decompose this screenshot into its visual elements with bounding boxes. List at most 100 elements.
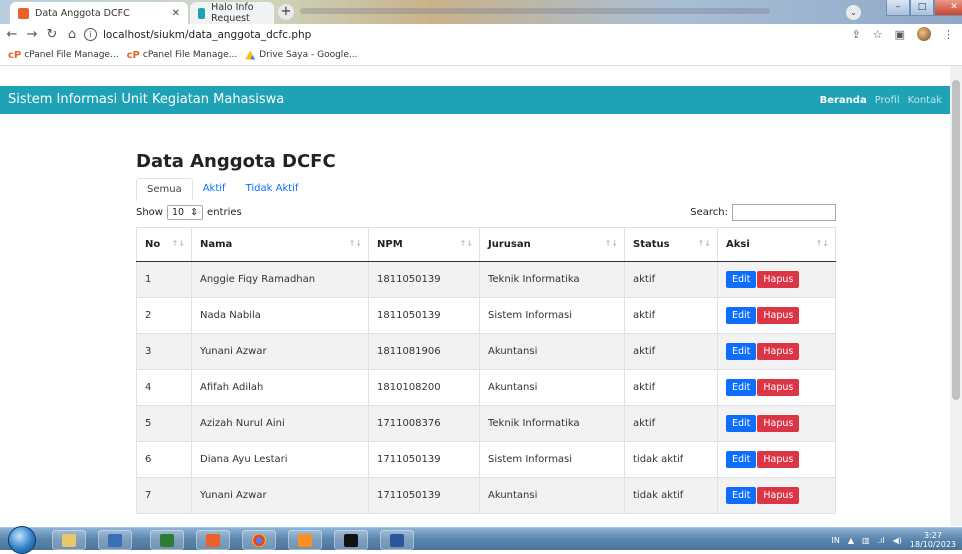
taskbar-explorer-icon[interactable]	[52, 530, 86, 550]
cell-aksi: Edit Hapus	[717, 405, 836, 442]
app-navbar: Sistem Informasi Unit Kegiatan Mahasiswa…	[0, 86, 950, 114]
profile-avatar-icon[interactable]	[917, 27, 931, 41]
language-indicator[interactable]: IN	[832, 536, 840, 545]
cell-no: 2	[136, 297, 192, 334]
page-favicon-icon	[198, 7, 206, 19]
hapus-button[interactable]: Hapus	[757, 307, 800, 324]
browser-tabstrip: Data Anggota DCFC ✕ Halo Info Request + …	[0, 0, 962, 24]
navbar-brand[interactable]: Sistem Informasi Unit Kegiatan Mahasiswa	[8, 92, 284, 107]
sort-icon: ↑↓	[459, 239, 473, 248]
signal-icon[interactable]: .ıl	[878, 536, 885, 545]
table-row: 7 Yunani Azwar 1711050139 Akuntansi tidak ak…	[136, 477, 836, 514]
menu-kebab-icon[interactable]: ⋮	[943, 28, 954, 41]
nav-link-profil[interactable]: Profil	[875, 95, 900, 106]
home-icon[interactable]: ⌂	[62, 27, 82, 42]
edit-button[interactable]: Edit	[726, 379, 757, 396]
hapus-button[interactable]: Hapus	[757, 451, 800, 468]
cell-no: 4	[136, 369, 192, 406]
cell-status: aktif	[624, 369, 718, 406]
taskbar-cmd-icon[interactable]	[334, 530, 368, 550]
cell-jurusan: Sistem Informasi	[479, 297, 625, 334]
cell-no: 7	[136, 477, 192, 514]
hapus-button[interactable]: Hapus	[757, 415, 800, 432]
network-icon[interactable]: ▥	[862, 536, 870, 545]
taskbar-xampp-icon[interactable]	[196, 530, 230, 550]
column-header-aksi[interactable]: Aksi ↑↓	[717, 227, 836, 262]
entries-select[interactable]: 10 ⇕	[166, 204, 204, 220]
taskbar-excel-icon[interactable]	[150, 530, 184, 550]
bookmark-label: cPanel File Manage...	[142, 50, 238, 60]
hapus-button[interactable]: Hapus	[757, 343, 800, 360]
clock-time: 3:27	[923, 531, 942, 540]
edit-button[interactable]: Edit	[726, 487, 757, 504]
bookmark-star-icon[interactable]: ☆	[873, 28, 883, 41]
cell-npm: 1811050139	[368, 261, 480, 298]
scrollbar-thumb[interactable]	[952, 80, 960, 400]
back-icon[interactable]: ←	[2, 27, 22, 42]
bookmark-item[interactable]: Drive Saya - Google...	[245, 50, 357, 60]
cell-npm: 1711050139	[368, 477, 480, 514]
new-tab-button[interactable]: +	[278, 4, 294, 20]
close-tab-icon[interactable]: ✕	[172, 8, 180, 19]
hapus-button[interactable]: Hapus	[757, 487, 800, 504]
windows-taskbar: IN ▲ ▥ .ıl ◀) 3:27 18/10/2023	[0, 526, 962, 554]
column-header-nama[interactable]: Nama ↑↓	[191, 227, 369, 262]
taskbar-sublime-icon[interactable]	[288, 530, 322, 550]
edit-button[interactable]: Edit	[726, 307, 757, 324]
cell-status: aktif	[624, 297, 718, 334]
taskbar-media-icon[interactable]	[98, 530, 132, 550]
hapus-button[interactable]: Hapus	[757, 271, 800, 288]
bookmark-item[interactable]: cP cPanel File Manage...	[8, 50, 119, 61]
sort-icon: ↑↓	[348, 239, 362, 248]
nav-link-kontak[interactable]: Kontak	[908, 95, 942, 106]
reload-icon[interactable]: ↻	[42, 27, 62, 42]
browser-tab[interactable]: Halo Info Request	[190, 2, 274, 24]
bookmark-item[interactable]: cP cPanel File Manage...	[127, 50, 238, 61]
tab-aktif[interactable]: Aktif	[193, 178, 236, 201]
column-header-no[interactable]: No ↑↓	[136, 227, 192, 262]
column-header-jurusan[interactable]: Jurusan ↑↓	[479, 227, 625, 262]
tab-semua[interactable]: Semua	[136, 178, 193, 201]
edit-button[interactable]: Edit	[726, 271, 757, 288]
cell-aksi: Edit Hapus	[717, 333, 836, 370]
hapus-button[interactable]: Hapus	[757, 379, 800, 396]
cell-jurusan: Teknik Informatika	[479, 405, 625, 442]
browser-tab-active[interactable]: Data Anggota DCFC ✕	[10, 2, 188, 24]
nav-link-beranda[interactable]: Beranda	[820, 95, 867, 106]
column-header-status[interactable]: Status ↑↓	[624, 227, 718, 262]
column-header-npm[interactable]: NPM ↑↓	[368, 227, 480, 262]
sort-icon: ↑↓	[697, 239, 711, 248]
volume-icon[interactable]: ◀)	[893, 536, 902, 545]
tab-tidak-aktif[interactable]: Tidak Aktif	[236, 178, 309, 201]
cell-jurusan: Akuntansi	[479, 333, 625, 370]
address-bar[interactable]: i localhost/siukm/data_anggota_dcfc.php	[84, 25, 834, 44]
google-drive-icon	[245, 50, 256, 60]
edit-button[interactable]: Edit	[726, 415, 757, 432]
sidepanel-icon[interactable]: ▣	[895, 28, 905, 41]
system-tray: IN ▲ ▥ .ıl ◀) 3:27 18/10/2023	[832, 531, 956, 549]
start-button-icon[interactable]	[8, 526, 36, 554]
share-icon[interactable]: ⇪	[852, 28, 861, 41]
cell-aksi: Edit Hapus	[717, 441, 836, 478]
minimize-icon[interactable]: –	[886, 0, 910, 16]
cell-npm: 1810108200	[368, 369, 480, 406]
sort-icon: ↑↓	[815, 239, 829, 248]
cell-nama: Afifah Adilah	[191, 369, 369, 406]
sort-icon: ↑↓	[604, 239, 618, 248]
edit-button[interactable]: Edit	[726, 343, 757, 360]
search-input[interactable]	[732, 203, 836, 221]
cell-jurusan: Akuntansi	[479, 477, 625, 514]
window-controls: – □ ✕	[886, 0, 962, 16]
table-row: 2 Nada Nabila 1811050139 Sistem Informasi ak…	[136, 297, 836, 334]
close-window-icon[interactable]: ✕	[934, 0, 962, 16]
tab-search-icon[interactable]: ⌄	[846, 5, 861, 20]
maximize-icon[interactable]: □	[910, 0, 934, 16]
edit-button[interactable]: Edit	[726, 451, 757, 468]
table-row: 6 Diana Ayu Lestari 1711050139 Sistem Infor…	[136, 441, 836, 478]
forward-icon[interactable]: →	[22, 27, 42, 42]
clock[interactable]: 3:27 18/10/2023	[910, 531, 956, 549]
tray-expand-icon[interactable]: ▲	[848, 536, 854, 545]
taskbar-chrome-icon[interactable]	[242, 530, 276, 550]
taskbar-word-icon[interactable]	[380, 530, 414, 550]
site-info-icon[interactable]: i	[84, 28, 97, 41]
